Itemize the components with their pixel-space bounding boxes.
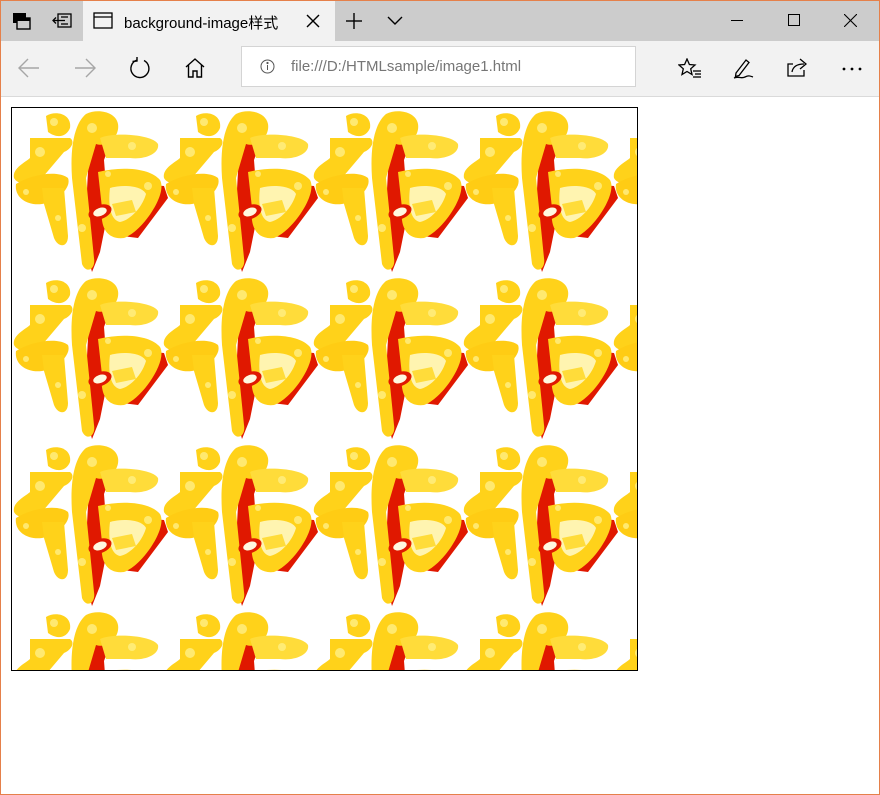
close-window-icon[interactable] bbox=[844, 14, 857, 27]
fu-character-tile bbox=[313, 612, 468, 670]
fu-character-tile bbox=[463, 445, 618, 606]
more-icon[interactable] bbox=[842, 67, 862, 71]
tab-title: background-image样式 bbox=[124, 15, 279, 32]
fu-character-tile bbox=[163, 278, 318, 439]
active-tab[interactable]: background-image样式 bbox=[83, 1, 335, 41]
info-icon[interactable] bbox=[260, 59, 275, 74]
tab-strip: background-image样式 bbox=[1, 1, 879, 41]
browser-window: background-image样式 file:///D:/HTMLsample… bbox=[0, 0, 880, 795]
fu-character-tile bbox=[13, 278, 168, 439]
fu-character-tile bbox=[163, 612, 318, 670]
home-icon[interactable] bbox=[185, 58, 205, 78]
fu-character-tile bbox=[613, 445, 637, 606]
fu-character-tile bbox=[13, 612, 168, 670]
tiled-background bbox=[13, 111, 637, 670]
back-arrow-icon[interactable] bbox=[18, 58, 40, 78]
fu-character-tile bbox=[463, 612, 618, 670]
close-tab-icon[interactable] bbox=[306, 14, 320, 28]
set-aside-tabs-icon[interactable] bbox=[52, 13, 72, 29]
fu-character-tile bbox=[463, 111, 618, 273]
page-icon bbox=[93, 12, 113, 29]
fu-character-tile bbox=[163, 445, 318, 606]
share-icon[interactable] bbox=[787, 57, 809, 77]
pen-icon[interactable] bbox=[732, 57, 754, 79]
address-bar[interactable]: file:///D:/HTMLsample/image1.html bbox=[241, 46, 636, 87]
fu-character-tile bbox=[313, 278, 468, 439]
background-image-box bbox=[11, 107, 638, 671]
refresh-icon[interactable] bbox=[129, 57, 151, 79]
fu-character-tile bbox=[313, 111, 468, 273]
fu-character-tile bbox=[613, 111, 637, 273]
favorites-icon[interactable] bbox=[678, 58, 702, 78]
page-viewport bbox=[1, 97, 879, 794]
url-text[interactable]: file:///D:/HTMLsample/image1.html bbox=[291, 58, 521, 75]
maximize-icon[interactable] bbox=[788, 14, 800, 26]
fu-character-tile bbox=[13, 111, 168, 273]
tab-overview-icon[interactable] bbox=[12, 12, 32, 30]
fu-character-tile bbox=[463, 278, 618, 439]
fu-character-tile bbox=[313, 445, 468, 606]
forward-arrow-icon[interactable] bbox=[74, 58, 96, 78]
fu-character-tile bbox=[613, 612, 637, 670]
fu-character-tile bbox=[613, 278, 637, 439]
chevron-down-icon[interactable] bbox=[387, 16, 403, 26]
minimize-icon[interactable] bbox=[731, 20, 743, 22]
plus-icon[interactable] bbox=[346, 13, 362, 29]
fu-character-tile bbox=[13, 445, 168, 606]
fu-character-tile bbox=[163, 111, 318, 273]
navigation-toolbar: file:///D:/HTMLsample/image1.html bbox=[1, 41, 879, 97]
